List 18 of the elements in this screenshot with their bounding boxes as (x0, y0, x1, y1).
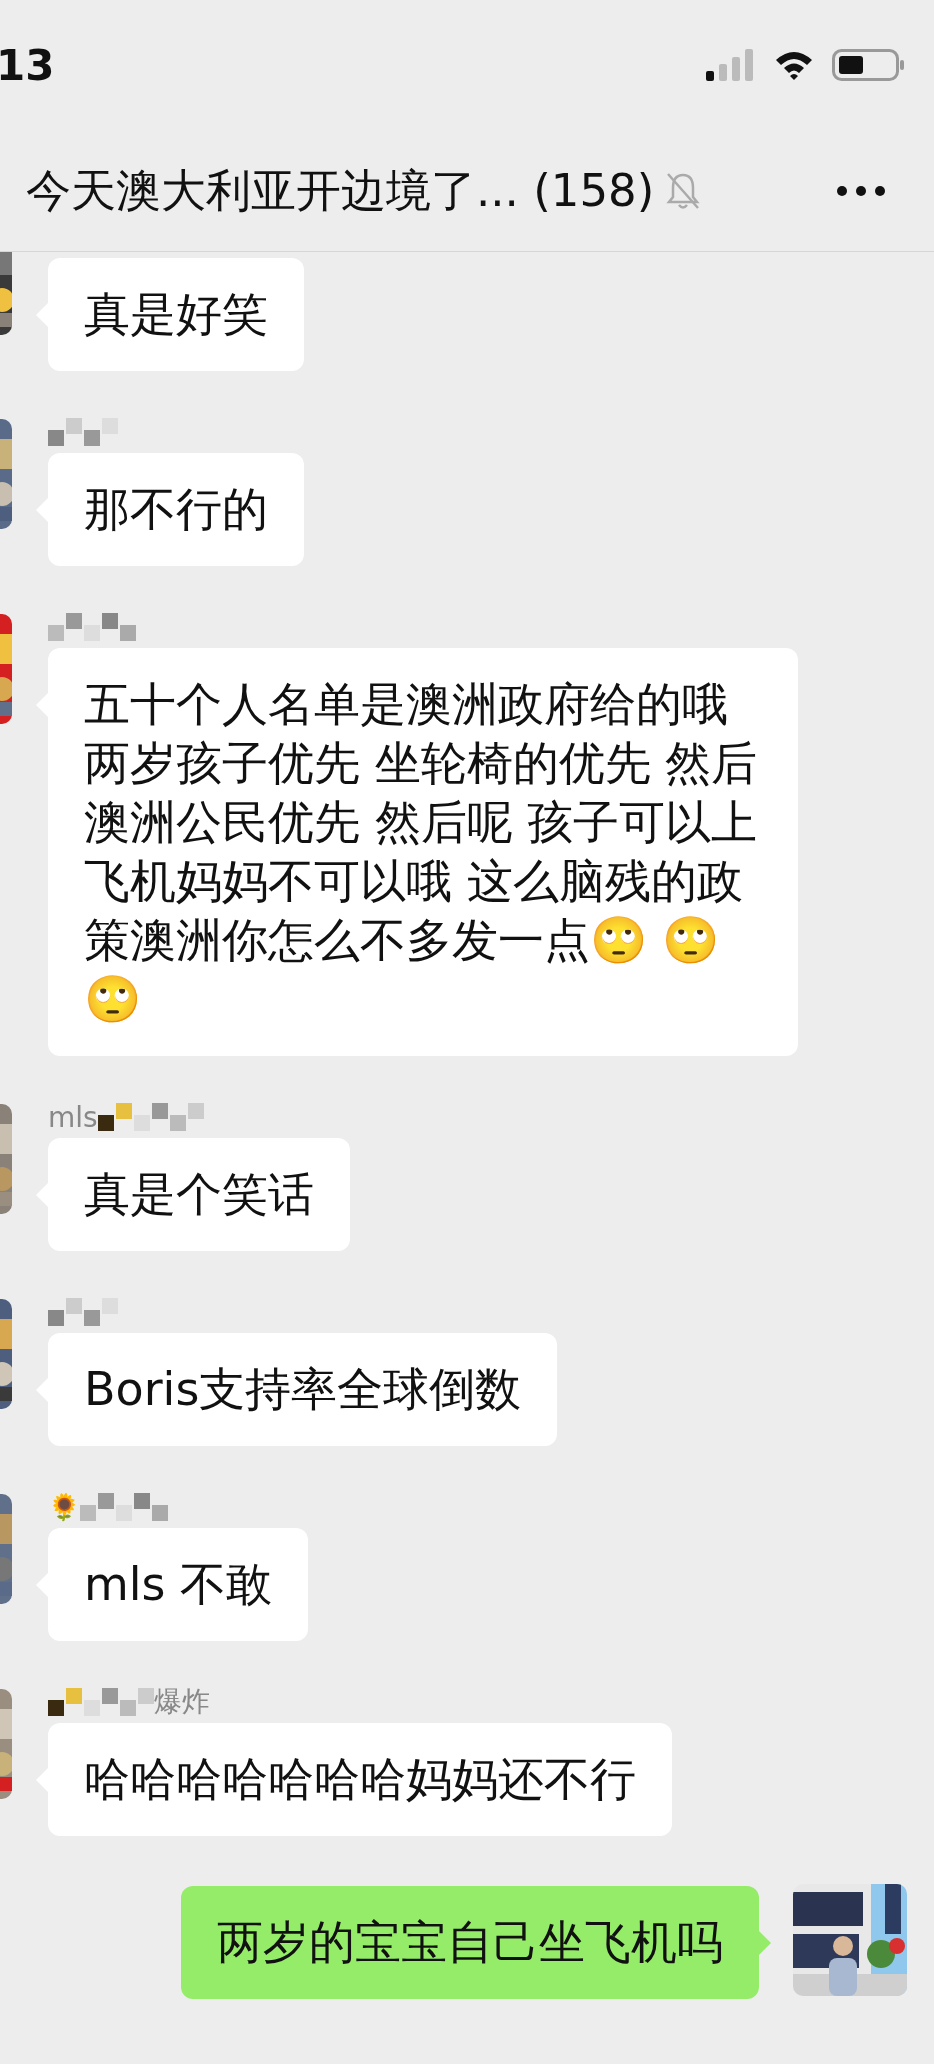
message-bubble: 那不行的 (48, 453, 304, 566)
message-bubble: 真是个笑话 (48, 1138, 350, 1251)
wifi-icon (774, 50, 814, 80)
sender-name: mls (48, 1100, 98, 1134)
signal-icon (706, 49, 756, 81)
chat-title: 今天澳大利亚开边境了... (158) (26, 162, 655, 219)
battery-icon (832, 49, 906, 81)
message-bubble: 五十个人名单是澳洲政府给的哦两岁孩子优先 坐轮椅的优先 然后澳洲公民优先 然后呢 孩子可以上飞机妈妈不可以哦 这么脑残的政策澳洲你怎么不多发一点🙄 🙄 🙄 (48, 648, 798, 1056)
more-icon[interactable] (836, 184, 886, 197)
message-bubble: 哈哈哈哈哈哈哈妈妈还不行 (48, 1723, 672, 1836)
message-bubble: 两岁的宝宝自己坐飞机吗 (181, 1886, 759, 1999)
bubble-tail (759, 1931, 771, 1955)
sender-name: 🌻 (48, 1492, 80, 1522)
message-bubble: 真是好笑 (48, 258, 304, 371)
message-bubble: mls 不敢 (48, 1528, 309, 1641)
message-bubble: Boris支持率全球倒数 (48, 1333, 558, 1446)
status-time: 13 (0, 40, 55, 90)
sender-name: 爆炸 (154, 1684, 210, 1720)
